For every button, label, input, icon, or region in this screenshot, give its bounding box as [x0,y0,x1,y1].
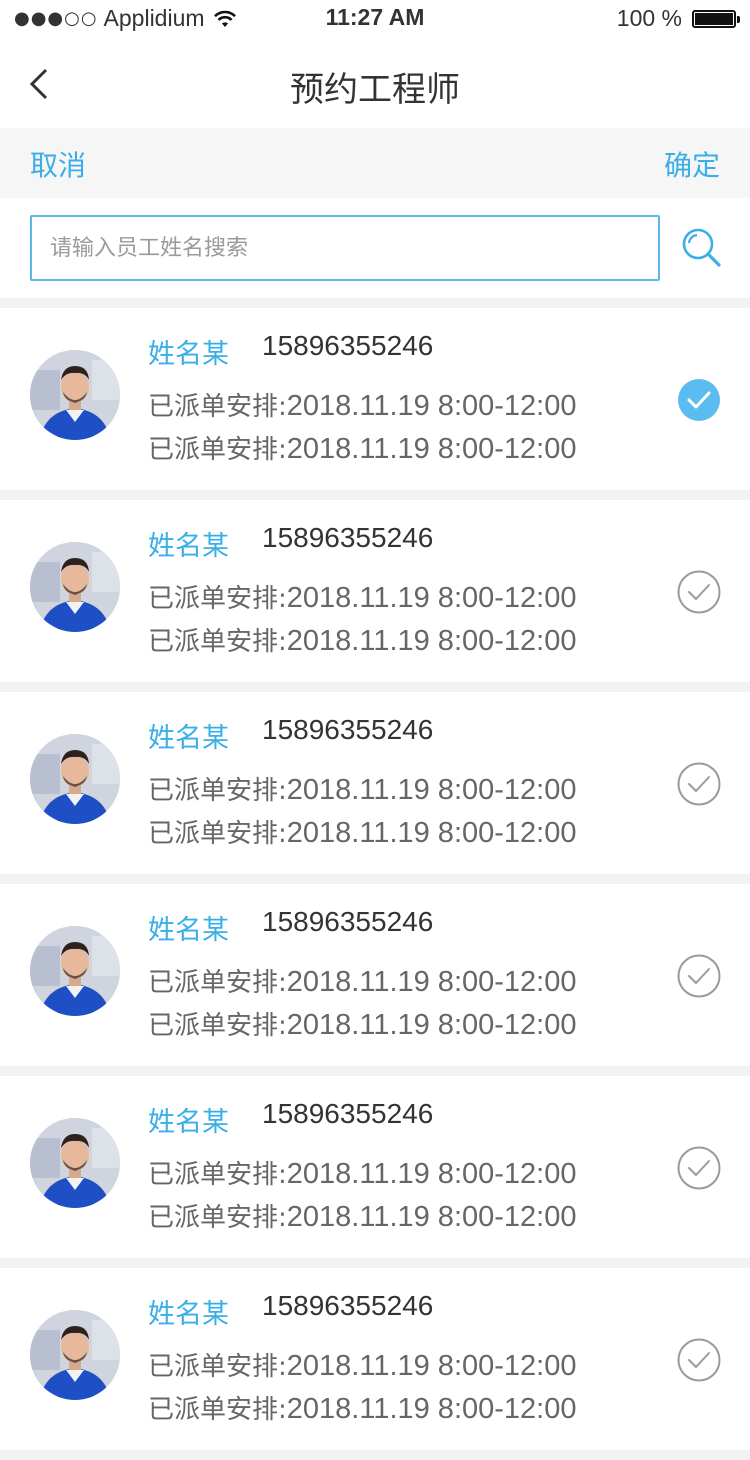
engineer-row[interactable]: 姓名某 15896355246 已派单安排:2018.11.19 8:00-12… [0,1268,750,1450]
schedule-line: 已派单安排:2018.11.19 8:00-12:00 [148,1197,576,1234]
checkmark-selected-icon[interactable] [677,378,721,422]
battery-icon [692,9,740,28]
schedule-line: 已派单安排:2018.11.19 8:00-12:00 [148,1154,576,1191]
engineer-name: 姓名某 [148,915,229,946]
schedule-line: 已派单安排:2018.11.19 8:00-12:00 [148,962,576,999]
schedule-line: 已派单安排:2018.11.19 8:00-12:00 [148,770,576,807]
search-icon[interactable] [680,226,724,270]
search-input[interactable] [30,215,660,281]
schedule-line: 已派单安排:2018.11.19 8:00-12:00 [148,1005,576,1042]
avatar [30,350,120,440]
schedule-label: 已派单安排: [148,584,287,614]
avatar-photo [30,350,120,440]
engineer-phone: 15896355246 [262,1290,434,1321]
engineer-name: 姓名某 [148,339,229,370]
schedule-label: 已派单安排: [148,1011,287,1041]
avatar-photo [30,1118,120,1208]
schedule-value: 2018.11.19 8:00-12:00 [286,966,577,998]
status-bar: ●●●○○ Applidium 11:27 AM 100 % [0,0,750,40]
engineer-phone: 15896355246 [262,1098,434,1129]
engineer-name: 姓名某 [148,1299,229,1330]
schedule-label: 已派单安排: [148,968,287,998]
schedule-value: 2018.11.19 8:00-12:00 [286,1201,577,1233]
schedule-line: 已派单安排:2018.11.19 8:00-12:00 [148,429,576,466]
schedule-value: 2018.11.19 8:00-12:00 [286,390,577,422]
avatar [30,1310,120,1400]
checkmark-unselected-icon[interactable] [677,762,721,806]
engineer-phone: 15896355246 [262,522,434,553]
schedule-value: 2018.11.19 8:00-12:00 [286,1158,577,1190]
checkmark-unselected-icon[interactable] [677,1338,721,1382]
schedule-line: 已派单安排:2018.11.19 8:00-12:00 [148,813,576,850]
engineer-row[interactable]: 姓名某 15896355246 已派单安排:2018.11.19 8:00-12… [0,500,750,682]
schedule-value: 2018.11.19 8:00-12:00 [286,1009,577,1041]
engineer-phone: 15896355246 [262,906,434,937]
nav-bar: 预约工程师 [0,40,750,128]
engineer-list: 姓名某 15896355246 已派单安排:2018.11.19 8:00-12… [0,308,750,1460]
avatar [30,542,120,632]
schedule-value: 2018.11.19 8:00-12:00 [286,582,577,614]
page-title: 预约工程师 [290,70,460,110]
schedule-value: 2018.11.19 8:00-12:00 [286,1350,577,1382]
schedule-value: 2018.11.19 8:00-12:00 [286,817,577,849]
schedule-label: 已派单安排: [148,1352,287,1382]
action-bar: 取消 确定 [0,128,750,198]
schedule-value: 2018.11.19 8:00-12:00 [286,433,577,465]
avatar-photo [30,1310,120,1400]
schedule-line: 已派单安排:2018.11.19 8:00-12:00 [148,1389,576,1426]
schedule-line: 已派单安排:2018.11.19 8:00-12:00 [148,1346,576,1383]
schedule-value: 2018.11.19 8:00-12:00 [286,774,577,806]
schedule-line: 已派单安排:2018.11.19 8:00-12:00 [148,621,576,658]
engineer-row[interactable]: 姓名某 15896355246 已派单安排:2018.11.19 8:00-12… [0,308,750,490]
avatar [30,1118,120,1208]
checkmark-unselected-icon[interactable] [677,954,721,998]
schedule-label: 已派单安排: [148,435,287,465]
schedule-line: 已派单安排:2018.11.19 8:00-12:00 [148,386,576,423]
schedule-label: 已派单安排: [148,1160,287,1190]
checkmark-unselected-icon[interactable] [677,1146,721,1190]
engineer-phone: 15896355246 [262,330,434,361]
engineer-row[interactable]: 姓名某 15896355246 已派单安排:2018.11.19 8:00-12… [0,884,750,1066]
battery-percent: 100 % [616,5,682,31]
schedule-label: 已派单安排: [148,1395,287,1425]
avatar-photo [30,542,120,632]
confirm-button[interactable]: 确定 [664,144,720,184]
checkmark-unselected-icon[interactable] [677,570,721,614]
cancel-button[interactable]: 取消 [30,144,86,184]
schedule-label: 已派单安排: [148,1203,287,1233]
avatar [30,926,120,1016]
avatar-photo [30,926,120,1016]
engineer-name: 姓名某 [148,1107,229,1138]
avatar-photo [30,734,120,824]
schedule-label: 已派单安排: [148,819,287,849]
schedule-value: 2018.11.19 8:00-12:00 [286,1393,577,1425]
avatar [30,734,120,824]
engineer-row[interactable]: 姓名某 15896355246 已派单安排:2018.11.19 8:00-12… [0,692,750,874]
schedule-label: 已派单安排: [148,627,287,657]
schedule-label: 已派单安排: [148,776,287,806]
schedule-value: 2018.11.19 8:00-12:00 [286,625,577,657]
engineer-row[interactable]: 姓名某 15896355246 已派单安排:2018.11.19 8:00-12… [0,1076,750,1258]
schedule-label: 已派单安排: [148,392,287,422]
status-right: 100 % [616,5,740,32]
search-bar [0,198,750,298]
engineer-name: 姓名某 [148,531,229,562]
schedule-line: 已派单安排:2018.11.19 8:00-12:00 [148,578,576,615]
engineer-phone: 15896355246 [262,714,434,745]
engineer-name: 姓名某 [148,723,229,754]
